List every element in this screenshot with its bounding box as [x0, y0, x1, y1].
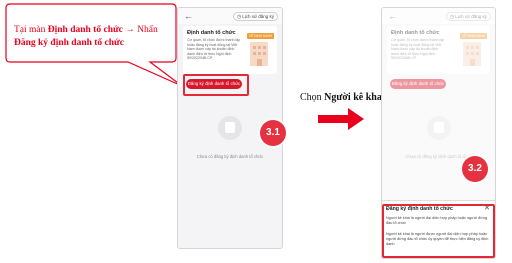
back-arrow-icon[interactable]: ← — [184, 11, 193, 21]
caption-choice: Người kê khai — [324, 92, 385, 103]
step-badge-2: 3.2 — [462, 156, 488, 182]
step-badge-1: 3.1 — [260, 120, 286, 146]
history-link-label: Lịch sử đăng ký — [242, 14, 274, 19]
verified-tag: VỀ ĐỊNH DANH — [247, 33, 274, 39]
callout-action: Đăng ký định danh tổ chức — [14, 37, 124, 48]
callout-screen-name: Định danh tổ chức — [47, 25, 123, 35]
history-link[interactable]: ◷Lịch sử đăng ký — [232, 12, 278, 21]
highlight-frame-sheet — [382, 204, 495, 258]
card-title: Định danh tổ chức — [187, 30, 236, 36]
transition-caption: Chọn Người kê khai — [300, 92, 385, 103]
right-arrow-icon — [318, 108, 364, 130]
callout-bubble — [5, 3, 183, 87]
caption-prefix: Chọn — [300, 92, 325, 103]
info-card: Định danh tổ chức Cơ quan, tổ chức được … — [183, 26, 277, 74]
callout-text: Tại màn Định danh tổ chức → Nhấn Đăng ký… — [14, 24, 172, 49]
person-glyph-icon — [225, 122, 235, 133]
clock-icon: ◷ — [236, 14, 242, 20]
highlight-frame-register — [183, 74, 249, 96]
empty-avatar-icon — [218, 116, 242, 140]
building-icon — [250, 42, 268, 66]
callout-arrow: → Nhấn — [122, 25, 158, 35]
empty-state-text: Chưa có đăng ký định danh tổ chức — [196, 154, 264, 159]
top-bar: ← ◷Lịch sử đăng ký — [178, 8, 282, 24]
card-description: Cơ quan, tổ chức được thành lập hoặc đăn… — [187, 38, 241, 61]
callout-prefix: Tại màn — [14, 25, 48, 35]
